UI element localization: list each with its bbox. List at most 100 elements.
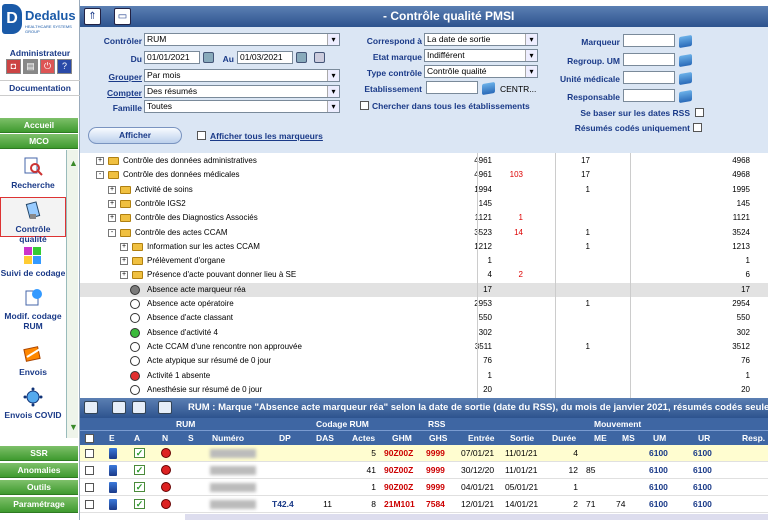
afficher-tous-label[interactable]: Afficher tous les marqueurs [210, 131, 323, 141]
tab-anomalies[interactable]: Anomalies [0, 463, 78, 478]
col-um[interactable]: UM [653, 431, 666, 446]
tree-row[interactable]: Acte CCAM d'une rencontre non approuvée 3… [80, 340, 768, 354]
col-ur[interactable]: UR [698, 431, 710, 446]
document-icon[interactable] [109, 465, 117, 476]
chevron-up-icon[interactable]: ▲ [69, 158, 78, 168]
marqueur-input[interactable] [623, 34, 675, 47]
period-icon[interactable] [314, 52, 325, 63]
print-icon[interactable]: ▤ [23, 59, 38, 74]
tree-row[interactable]: + Contrôle des données administratives 496… [80, 154, 768, 168]
table-row[interactable]: ✓ 5 90Z00Z 9999 07/01/21 11/01/21 4 6100 6100 [80, 445, 768, 462]
col-das[interactable]: DAS [316, 431, 334, 446]
documentation-link[interactable]: Documentation [0, 80, 80, 96]
col-numero[interactable]: Numéro [212, 431, 244, 446]
col-s[interactable]: S [188, 431, 194, 446]
tab-parametrage[interactable]: Paramétrage [0, 497, 78, 513]
col-entree[interactable]: Entrée [468, 431, 494, 446]
expand-icon[interactable]: + [108, 214, 116, 223]
chevron-down-icon[interactable]: ▼ [69, 422, 78, 432]
view-icon[interactable] [84, 401, 98, 414]
tab-ssr[interactable]: SSR [0, 446, 78, 461]
tree-row[interactable]: + Information sur les actes CCAM 1212 1 1213 [80, 240, 768, 254]
col-sortie[interactable]: Sortie [510, 431, 534, 446]
table-row[interactable]: ✓ T42.4 11 8 21M101 7584 12/01/21 14/01/21 2 71 74… [80, 496, 768, 513]
book-icon[interactable] [679, 89, 692, 104]
expand-icon[interactable]: + [108, 185, 116, 194]
col-n[interactable]: N [162, 431, 168, 446]
tree-row[interactable]: + Présence d'acte pouvant donner lieu à S… [80, 268, 768, 282]
row-checkbox[interactable] [85, 449, 94, 458]
tree-row[interactable]: Acte atypique sur résumé de 0 jour 76 76 [80, 354, 768, 368]
sidebar-item-envois-covid[interactable]: Envois COVID [0, 386, 66, 420]
sidebar-item-recherche[interactable]: Recherche [0, 156, 66, 190]
tree-row[interactable]: - Contrôle des actes CCAM 3523 14 1 3524 [80, 226, 768, 240]
expand-icon[interactable]: + [120, 257, 128, 266]
col-ms[interactable]: MS [622, 431, 635, 446]
compter-select[interactable]: Des résumés [144, 85, 340, 98]
tree-row[interactable]: Absence acte opératoire 2953 1 2954 [80, 297, 768, 311]
col-duree[interactable]: Durée [552, 431, 576, 446]
col-dp[interactable]: DP [279, 431, 291, 446]
tree-row[interactable]: + Activité de soins 1994 1 1995 [80, 183, 768, 197]
expand-icon[interactable]: + [120, 242, 128, 251]
controler-select[interactable]: RUM [144, 33, 340, 46]
etat-select[interactable]: Indifférent [424, 49, 538, 62]
codes-checkbox[interactable] [693, 123, 702, 132]
expand-icon[interactable]: + [108, 199, 116, 208]
col-resp[interactable]: Resp. [742, 431, 765, 446]
tab-outils[interactable]: Outils [0, 480, 78, 495]
tree-row[interactable]: Absence acte marqueur réa 17 17 [80, 282, 768, 297]
col-ghm[interactable]: GHM [392, 431, 412, 446]
book-icon[interactable] [482, 81, 495, 96]
responsable-input[interactable] [623, 89, 675, 102]
sidebar-item-envois[interactable]: Envois [0, 343, 66, 377]
help-icon[interactable]: ? [57, 59, 72, 74]
sidebar-scrollbar[interactable]: ▲ ▼ [66, 150, 78, 438]
exit-icon[interactable]: ⏻ [40, 59, 55, 74]
etab-code-input[interactable] [426, 81, 478, 94]
collapse-icon[interactable]: - [108, 228, 116, 237]
book-icon[interactable] [679, 53, 692, 68]
du-date-input[interactable]: 01/01/2021 [144, 51, 200, 64]
au-date-input[interactable]: 01/03/2021 [237, 51, 293, 64]
afficher-tous-checkbox[interactable] [197, 131, 206, 140]
horizontal-scrollbar[interactable] [185, 514, 768, 520]
unite-input[interactable] [623, 71, 675, 84]
tab-accueil[interactable]: Accueil [0, 118, 78, 133]
famille-select[interactable]: Toutes [144, 100, 340, 113]
sidebar-item-modif-codage[interactable]: Modif. codage RUM [0, 287, 66, 331]
sidebar-item-controle-qualite[interactable]: Contrôle qualité [0, 197, 66, 244]
select-all-checkbox[interactable] [85, 434, 94, 443]
book-icon[interactable] [679, 71, 692, 86]
tree-row[interactable]: Absence d'activité 4 302 302 [80, 326, 768, 340]
window-icon[interactable]: ▭ [114, 8, 131, 25]
col-a[interactable]: A [134, 431, 140, 446]
tree-row[interactable]: Absence d'acte classant 550 550 [80, 311, 768, 325]
col-ghs[interactable]: GHS [429, 431, 447, 446]
profile-icon[interactable]: ◘ [6, 59, 21, 74]
tree-row[interactable]: Anesthésie sur résumé de 0 jour 20 20 [80, 383, 768, 397]
tree-row[interactable]: + Prélèvement d'organe 1 1 [80, 254, 768, 268]
document-icon[interactable] [109, 499, 117, 510]
expand-icon[interactable]: + [96, 157, 104, 165]
table-row[interactable]: ✓ 1 90Z00Z 9999 04/01/21 05/01/21 1 6100 6100 [80, 479, 768, 496]
col-e[interactable]: E [109, 431, 115, 446]
chercher-checkbox[interactable] [360, 101, 369, 110]
expand-icon[interactable]: + [120, 271, 128, 280]
grouper-select[interactable]: Par mois [144, 69, 340, 82]
book-icon[interactable] [679, 34, 692, 49]
tree-row[interactable]: + Contrôle des Diagnostics Associés 1121 1 1… [80, 211, 768, 225]
document-icon[interactable] [109, 448, 117, 459]
calendar-icon[interactable] [203, 52, 214, 63]
col-actes[interactable]: Actes [352, 431, 375, 446]
sidebar-item-suivi-codage[interactable]: Suivi de codage [0, 244, 66, 278]
row-checkbox[interactable] [85, 500, 94, 509]
mail-icon[interactable] [112, 401, 126, 414]
correspond-select[interactable]: La date de sortie [424, 33, 538, 46]
table-row[interactable]: ✓ 41 90Z00Z 9999 30/12/20 11/01/21 12 85 6100 610… [80, 462, 768, 479]
trash-icon[interactable] [132, 401, 146, 414]
tree-row[interactable]: Activité 1 absente 1 1 [80, 369, 768, 383]
calendar-icon[interactable] [158, 401, 172, 414]
afficher-button[interactable]: Afficher [88, 127, 182, 144]
collapse-icon[interactable]: ⇑ [84, 8, 101, 25]
